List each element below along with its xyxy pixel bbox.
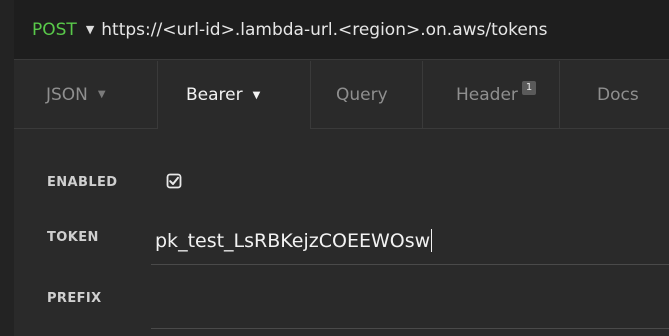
request-tabs: JSON ▼ Bearer ▼ Query Header 1 Docs	[14, 61, 669, 129]
tab-docs[interactable]: Docs	[560, 61, 669, 129]
checkbox-checked-icon	[166, 173, 182, 189]
method-selector[interactable]: POST ▼	[32, 20, 101, 40]
prefix-input[interactable]	[151, 287, 669, 329]
caret-down-icon: ▼	[85, 23, 95, 36]
enabled-label: ENABLED	[47, 175, 118, 190]
tab-query[interactable]: Query	[311, 61, 423, 129]
tab-label: Header	[456, 84, 518, 105]
token-input[interactable]: pk_test_LsRBKejzCOEEWOsw	[151, 221, 669, 265]
request-editor: POST ▼ https://<url-id>.lambda-url.<regi…	[0, 0, 669, 336]
caret-down-icon: ▼	[97, 89, 106, 100]
caret-down-icon: ▼	[252, 89, 261, 101]
sidebar-edge	[0, 0, 14, 336]
enabled-checkbox[interactable]	[166, 173, 182, 189]
text-cursor	[431, 229, 433, 252]
tab-label: Bearer	[186, 85, 243, 105]
tab-header[interactable]: Header 1	[423, 61, 560, 129]
tab-json[interactable]: JSON ▼	[14, 61, 158, 129]
tab-label: JSON	[46, 84, 88, 105]
header-count-badge: 1	[521, 80, 537, 95]
tab-bearer[interactable]: Bearer ▼	[158, 61, 311, 129]
token-value: pk_test_LsRBKejzCOEEWOsw	[155, 229, 433, 252]
tab-label: Query	[336, 84, 388, 105]
bearer-auth-form: ENABLED TOKEN pk_test_LsRBKejzCOEEWOsw P…	[14, 129, 669, 336]
token-text: pk_test_LsRBKejzCOEEWOsw	[155, 230, 431, 252]
prefix-label: PREFIX	[47, 291, 102, 306]
url-bar: POST ▼ https://<url-id>.lambda-url.<regi…	[14, 0, 669, 60]
method-label: POST	[32, 19, 77, 40]
token-label: TOKEN	[47, 230, 99, 245]
tab-label: Docs	[597, 84, 639, 105]
url-input[interactable]: https://<url-id>.lambda-url.<region>.on.…	[101, 20, 547, 40]
